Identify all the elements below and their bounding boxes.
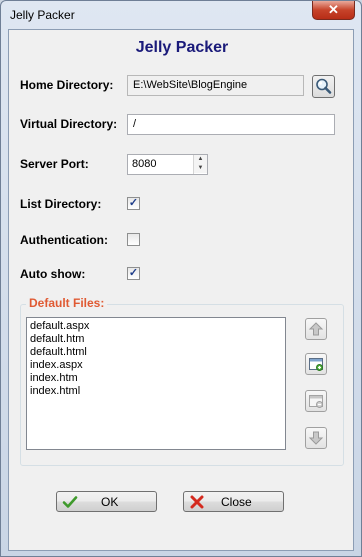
add-file-icon [309,358,323,371]
app-heading: Jelly Packer [135,39,229,56]
remove-file-icon [309,395,323,408]
stepper-arrows: ▲ ▼ [193,155,207,174]
browse-button[interactable] [312,75,335,98]
list-item[interactable]: default.htm [30,333,285,346]
arrow-up-icon [308,322,324,336]
window-title: Jelly Packer [10,8,75,22]
server-port-value: 8080 [132,158,157,170]
authentication-checkbox[interactable] [127,233,140,246]
virtual-directory-label: Virtual Directory: [20,117,118,131]
auto-show-label: Auto show: [20,267,86,281]
ok-button[interactable]: OK [56,491,157,512]
remove-file-button[interactable] [305,390,327,412]
home-directory-field[interactable]: E:\WebSite\BlogEngine [127,75,304,96]
list-item[interactable]: index.aspx [30,359,285,372]
ok-button-label: OK [101,495,119,509]
virtual-directory-field[interactable]: / [127,114,335,135]
list-directory-checkbox[interactable]: ✓ [127,197,140,210]
close-button-label: Close [221,495,252,509]
close-button[interactable]: Close [183,491,284,512]
checkmark-icon [62,496,78,508]
dialog-client-area: Jelly Packer Home Directory: E:\WebSite\… [8,29,354,551]
arrow-down-icon [308,431,324,445]
server-port-label: Server Port: [20,157,89,171]
auto-show-checkbox[interactable]: ✓ [127,267,140,280]
stepper-up-icon[interactable]: ▲ [194,155,207,164]
move-down-button[interactable] [305,427,327,449]
list-directory-label: List Directory: [20,197,102,211]
checkmark-icon: ✓ [128,267,139,279]
list-item[interactable]: index.html [30,385,285,398]
list-item[interactable]: default.aspx [30,320,285,333]
stepper-down-icon[interactable]: ▼ [194,164,207,173]
move-up-button[interactable] [305,318,327,340]
window-close-button[interactable]: ✕ [312,1,355,20]
red-x-icon [190,495,204,509]
magnifier-icon [316,78,332,94]
checkmark-icon: ✓ [128,197,139,209]
authentication-label: Authentication: [20,233,108,247]
home-directory-label: Home Directory: [20,78,114,92]
list-item[interactable]: default.html [30,346,285,359]
server-port-stepper[interactable]: 8080 ▲ ▼ [127,154,208,175]
close-icon: ✕ [328,2,339,17]
add-file-button[interactable] [305,353,327,375]
list-item[interactable]: index.htm [30,372,285,385]
title-bar: Jelly Packer ✕ [1,1,361,29]
default-files-list[interactable]: default.aspx default.htm default.html index… [26,317,286,450]
app-window: Jelly Packer ✕ Jelly Packer Home Directo… [0,0,362,557]
default-files-title: Default Files: [26,296,108,310]
